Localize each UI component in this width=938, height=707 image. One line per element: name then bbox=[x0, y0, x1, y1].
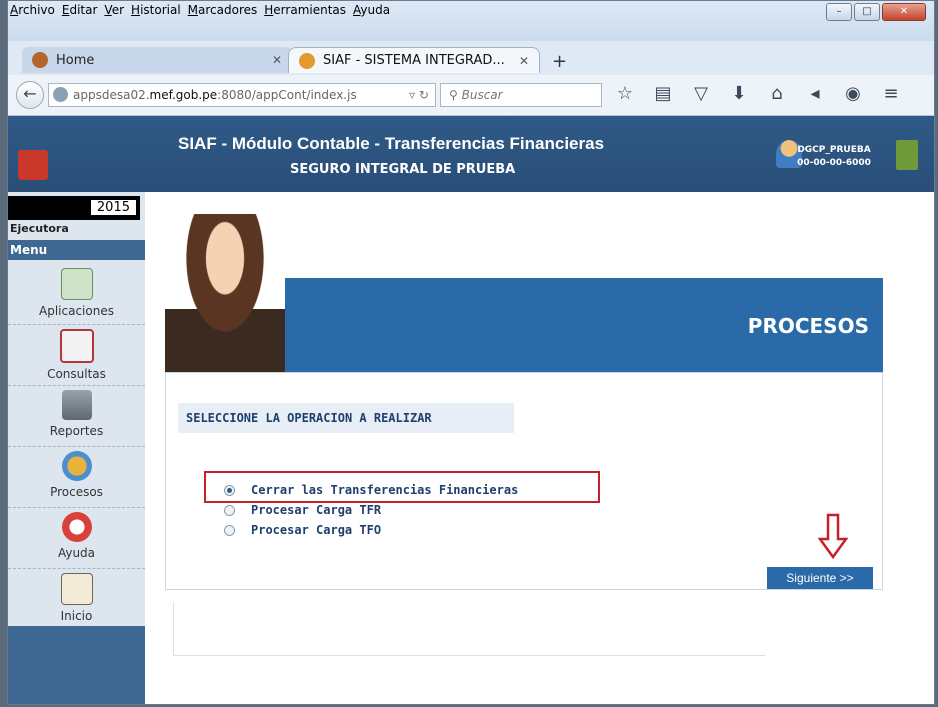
siaf-favicon-icon bbox=[299, 52, 315, 69]
reading-list-icon[interactable]: ▤ bbox=[652, 83, 674, 104]
radio-unselected-icon[interactable] bbox=[224, 524, 235, 536]
tab-siaf[interactable]: SIAF - SISTEMA INTEGRAD... ✕ bbox=[288, 47, 540, 73]
operator-photo bbox=[165, 214, 285, 372]
app-title: SIAF - Módulo Contable - Transferencias … bbox=[178, 134, 605, 153]
tab-siaf-title: SIAF - SISTEMA INTEGRAD... bbox=[323, 53, 505, 68]
exit-door-icon[interactable] bbox=[896, 140, 918, 170]
sidebar-item-procesos[interactable]: Procesos bbox=[8, 447, 145, 508]
option-procesar-tfr[interactable]: Procesar Carga TFR bbox=[224, 503, 381, 517]
year-selector[interactable]: 2015 bbox=[8, 196, 140, 220]
sidebar-item-inicio[interactable]: Inicio bbox=[8, 569, 145, 630]
hamburger-menu-icon[interactable]: ≡ bbox=[880, 83, 902, 104]
help-lifebuoy-icon bbox=[61, 512, 92, 542]
minimize-button[interactable]: – bbox=[826, 3, 852, 21]
report-icon bbox=[61, 390, 92, 420]
menu-ayuda[interactable]: Ayuda bbox=[353, 3, 390, 17]
sidebar-item-label: Reportes bbox=[49, 424, 104, 438]
sidebar: 2015 Ejecutora Menu Aplicaciones Consult… bbox=[8, 192, 147, 704]
user-name: DGCP_PRUEBA bbox=[797, 145, 871, 155]
option-label: Procesar Carga TFR bbox=[251, 503, 382, 517]
house-icon bbox=[60, 573, 93, 605]
user-info: DGCP_PRUEBA 00-00-00-6000 bbox=[792, 144, 876, 170]
user-code: 00-00-00-6000 bbox=[797, 158, 871, 168]
sidebar-item-label: Ayuda bbox=[57, 546, 96, 560]
sidebar-item-reportes[interactable]: Reportes bbox=[8, 386, 145, 447]
tab-home-title: Home bbox=[56, 52, 95, 68]
home-favicon-icon bbox=[32, 52, 48, 68]
gears-icon bbox=[61, 451, 92, 481]
menu-herramientas[interactable]: Herramientas bbox=[264, 3, 346, 17]
menu-editar[interactable]: Editar bbox=[62, 3, 98, 17]
navigation-bar: ← appsdesa02.mef.gob.pe:8080/appCont/ind… bbox=[8, 75, 934, 116]
menu-marcadores[interactable]: Marcadores bbox=[188, 3, 258, 17]
maximize-button[interactable]: □ bbox=[854, 3, 880, 21]
search-placeholder: Buscar bbox=[461, 88, 503, 102]
calculator-icon bbox=[60, 268, 93, 300]
sidebar-item-label: Inicio bbox=[60, 609, 93, 623]
close-window-button[interactable]: ✕ bbox=[882, 3, 926, 21]
search-document-icon bbox=[59, 329, 94, 363]
next-button[interactable]: Siguiente >> bbox=[767, 567, 873, 589]
search-input[interactable]: ⚲ Buscar bbox=[440, 83, 602, 107]
url-domain: mef.gob.pe bbox=[149, 88, 218, 102]
banner-title: PROCESOS bbox=[747, 314, 869, 338]
download-icon[interactable]: ⬇ bbox=[728, 83, 750, 104]
reload-icon[interactable]: ▿ ↻ bbox=[409, 84, 429, 106]
option-procesar-tfo[interactable]: Procesar Carga TFO bbox=[224, 523, 381, 537]
search-icon: ⚲ bbox=[449, 88, 462, 102]
back-button[interactable]: ← bbox=[16, 81, 44, 109]
sidebar-item-label: Procesos bbox=[50, 485, 103, 499]
home-icon[interactable]: ⌂ bbox=[766, 83, 788, 104]
radio-unselected-icon[interactable] bbox=[224, 504, 235, 516]
url-prefix: appsdesa02. bbox=[73, 88, 150, 102]
tab-bar: Home ✕ SIAF - SISTEMA INTEGRAD... ✕ + bbox=[8, 43, 934, 75]
sidebar-item-label: Aplicaciones bbox=[39, 304, 114, 318]
down-arrow-icon bbox=[818, 513, 848, 559]
ejecutora-label[interactable]: Ejecutora bbox=[8, 222, 147, 240]
pocket-icon[interactable]: ▽ bbox=[690, 83, 712, 104]
site-identity-icon[interactable] bbox=[53, 87, 68, 102]
main-content: PROCESOS SELECCIONE LA OPERACION A REALI… bbox=[145, 192, 934, 704]
chat-icon[interactable]: ◉ bbox=[842, 83, 864, 104]
menu-label: Menu bbox=[8, 240, 145, 260]
entity-subtitle: SEGURO INTEGRAL DE PRUEBA bbox=[290, 162, 516, 177]
highlight-box bbox=[204, 471, 600, 503]
new-tab-icon[interactable]: + bbox=[552, 51, 567, 72]
select-operation-label: SELECCIONE LA OPERACION A REALIZAR bbox=[178, 403, 514, 433]
sidebar-item-label: Consultas bbox=[47, 367, 106, 381]
bookmark-star-icon[interactable]: ☆ bbox=[614, 83, 636, 104]
tab-home[interactable]: Home ✕ bbox=[22, 47, 292, 73]
share-icon[interactable]: ◂ bbox=[804, 83, 826, 104]
tab-close-icon[interactable]: ✕ bbox=[272, 53, 282, 67]
year-value: 2015 bbox=[90, 200, 136, 215]
url-suffix: :8080/appCont/index.js bbox=[217, 88, 357, 102]
menu-bar: Archivo Editar Ver Historial Marcadores … bbox=[8, 1, 934, 41]
tab-close-icon[interactable]: ✕ bbox=[519, 54, 529, 68]
peru-crest-logo-icon bbox=[18, 150, 48, 180]
sidebar-item-ayuda[interactable]: Ayuda bbox=[8, 508, 145, 569]
operation-panel: SELECCIONE LA OPERACION A REALIZAR Cerra… bbox=[165, 372, 883, 590]
menu-ver[interactable]: Ver bbox=[104, 3, 124, 17]
address-bar[interactable]: appsdesa02.mef.gob.pe:8080/appCont/index… bbox=[48, 83, 436, 107]
lower-panel bbox=[173, 602, 765, 656]
menu-historial[interactable]: Historial bbox=[131, 3, 181, 17]
sidebar-item-consultas[interactable]: Consultas bbox=[8, 325, 145, 386]
app-header: SIAF - Módulo Contable - Transferencias … bbox=[8, 116, 934, 192]
sidebar-footer bbox=[8, 626, 145, 704]
browser-window: Archivo Editar Ver Historial Marcadores … bbox=[7, 0, 935, 705]
option-label: Procesar Carga TFO bbox=[251, 523, 382, 537]
sidebar-item-aplicaciones[interactable]: Aplicaciones bbox=[8, 264, 145, 325]
menu-archivo[interactable]: Archivo bbox=[10, 3, 55, 17]
